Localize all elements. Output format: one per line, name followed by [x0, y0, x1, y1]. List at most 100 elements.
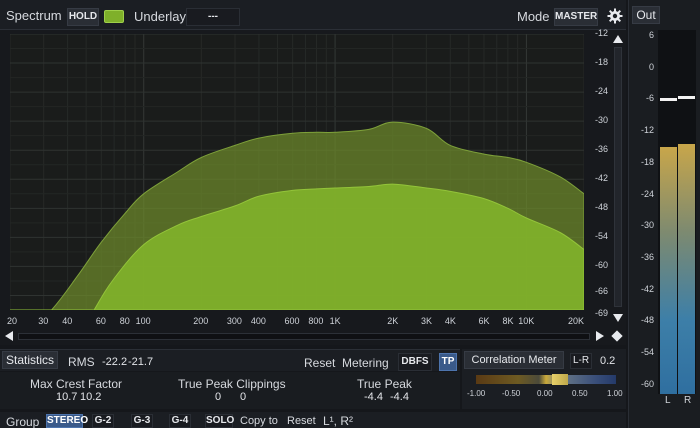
group-g2-button[interactable]: G-2 [92, 414, 114, 428]
out-meter-right-channel [678, 144, 695, 394]
correlation-mode-select[interactable]: L-R [570, 353, 592, 369]
frequency-tick-label: 100 [135, 316, 151, 326]
rms-left-value: -22.2 [102, 356, 128, 368]
db-tick-label: -30 [595, 115, 609, 126]
scroll-right-arrow-icon[interactable] [596, 331, 604, 341]
frequency-tick-label: 300 [226, 316, 242, 326]
true-peak-right: -4.4 [390, 391, 409, 403]
frequency-tick-label: 600 [284, 316, 300, 326]
scroll-left-arrow-icon[interactable] [5, 331, 13, 341]
statistics-label: Statistics [2, 351, 58, 369]
out-channel-left-label: L [665, 395, 671, 406]
frequency-scale: 20 30 40 60 80 100 200 300 400 600 800 1K 2K 3K 4K 6K 8K… [0, 316, 600, 328]
out-scale-tick: -60 [640, 378, 654, 389]
frequency-tick-label: 60 [95, 316, 106, 326]
crest-factor-left: 10.7 [56, 391, 78, 403]
correlation-indicator [552, 374, 568, 385]
copy-to-button[interactable]: Copy to [240, 415, 278, 427]
frequency-tick-label: 10K [518, 316, 535, 326]
group-solo-button[interactable]: SOLO [205, 414, 234, 428]
db-tick-label: -24 [595, 86, 609, 97]
statistics-reset-button[interactable]: Reset [304, 356, 335, 370]
true-peak-clippings-left: 0 [215, 391, 222, 403]
group-reset-button[interactable]: Reset [287, 415, 316, 427]
out-peak-hold-right [678, 95, 695, 99]
out-scale-tick: -42 [640, 283, 654, 294]
frequency-tick-label: 2K [387, 316, 399, 326]
out-meter-left-channel [660, 146, 677, 394]
db-tick-label: -48 [595, 202, 609, 213]
correlation-bar [476, 375, 616, 384]
frequency-tick-label: 400 [250, 316, 266, 326]
frequency-tick-label: 40 [62, 316, 73, 326]
mode-label: Mode [517, 9, 550, 24]
dbfs-button[interactable]: DBFS [398, 353, 432, 371]
underlay-select[interactable]: --- [186, 8, 240, 26]
db-tick-label: -42 [595, 173, 609, 184]
group-stereo-button[interactable]: STEREO [46, 414, 88, 428]
out-scale-tick: -30 [640, 220, 654, 231]
frequency-tick-label: 6K [478, 316, 490, 326]
correlation-tick-label: -1.00 [467, 389, 486, 398]
hold-toggle[interactable] [104, 10, 124, 23]
frequency-tick-label: 20K [568, 316, 585, 326]
out-label: Out [632, 6, 660, 24]
rms-label: RMS [68, 355, 95, 369]
frequency-tick-label: 80 [119, 316, 130, 326]
db-tick-label: -12 [595, 28, 609, 38]
group-label: Group [6, 415, 40, 428]
db-tick-label: -66 [595, 286, 609, 297]
out-scale-tick: -36 [640, 251, 654, 262]
true-peak-left: -4.4 [364, 391, 383, 403]
db-tick-label: -18 [595, 57, 609, 68]
true-peak-clippings-label: True Peak Clippings [178, 377, 286, 391]
underlay-label: Underlay [134, 9, 187, 24]
db-scale: -12 -18 -24 -30 -36 -42 -48 -54 -60 -66 -69 [590, 28, 612, 320]
rms-right-value: -21.7 [128, 356, 154, 368]
out-scale-tick: -48 [640, 315, 654, 326]
true-peak-label: True Peak [357, 377, 412, 391]
out-scale-tick: -6 [645, 93, 654, 104]
frequency-tick-label: 3K [420, 316, 432, 326]
correlation-value: 0.2 [600, 355, 616, 367]
frequency-tick-label: 8K [502, 316, 514, 326]
spectrum-title: Spectrum [6, 8, 62, 23]
out-scale-tick: -18 [640, 156, 654, 167]
group-g4-button[interactable]: G-4 [169, 414, 191, 428]
out-scale-tick: 6 [648, 30, 654, 40]
mode-select[interactable]: MASTER [554, 8, 598, 26]
db-tick-label: -36 [595, 144, 609, 155]
frequency-tick-label: 30 [38, 316, 49, 326]
out-scale-tick: 0 [648, 61, 654, 72]
true-peak-button[interactable]: TP [439, 353, 457, 371]
out-scale-tick: -12 [640, 125, 654, 136]
out-db-scale: 6 0 -6 -12 -18 -24 -30 -36 -42 -48 -54 -60 [632, 28, 658, 403]
true-peak-clippings-right: 0 [240, 391, 247, 403]
frequency-tick-label: 1K [329, 316, 341, 326]
frequency-tick-label: 4K [444, 316, 456, 326]
correlation-tick-label: 1.00 [607, 389, 623, 398]
channel-assignment: L¹, R² [323, 414, 353, 428]
out-channel-right-label: R [684, 395, 692, 406]
db-tick-label: -54 [595, 231, 609, 242]
db-range-slider[interactable] [614, 47, 622, 307]
out-scale-tick: -54 [640, 347, 654, 357]
crest-factor-right: 10.2 [80, 391, 102, 403]
frequency-tick-label: 800 [308, 316, 324, 326]
spectrum-graph[interactable] [10, 34, 584, 310]
db-tick-label: -60 [595, 260, 609, 271]
group-g3-button[interactable]: G-3 [131, 414, 153, 428]
correlation-tick-label: 0.50 [572, 389, 588, 398]
frequency-tick-label: 200 [193, 316, 209, 326]
out-peak-hold-left [660, 98, 677, 102]
correlation-tick-label: 0.00 [537, 389, 553, 398]
zoom-down-arrow-icon[interactable] [613, 314, 623, 322]
correlation-label: Correlation Meter [464, 351, 564, 369]
metering-label: Metering [342, 356, 389, 370]
zoom-up-arrow-icon[interactable] [613, 35, 623, 43]
out-scale-tick: -24 [640, 188, 654, 199]
settings-gear-icon[interactable] [607, 8, 623, 24]
frequency-scrollbar[interactable] [18, 333, 590, 340]
frequency-tick-label: 20 [7, 316, 18, 326]
hold-button[interactable]: HOLD [67, 8, 99, 26]
